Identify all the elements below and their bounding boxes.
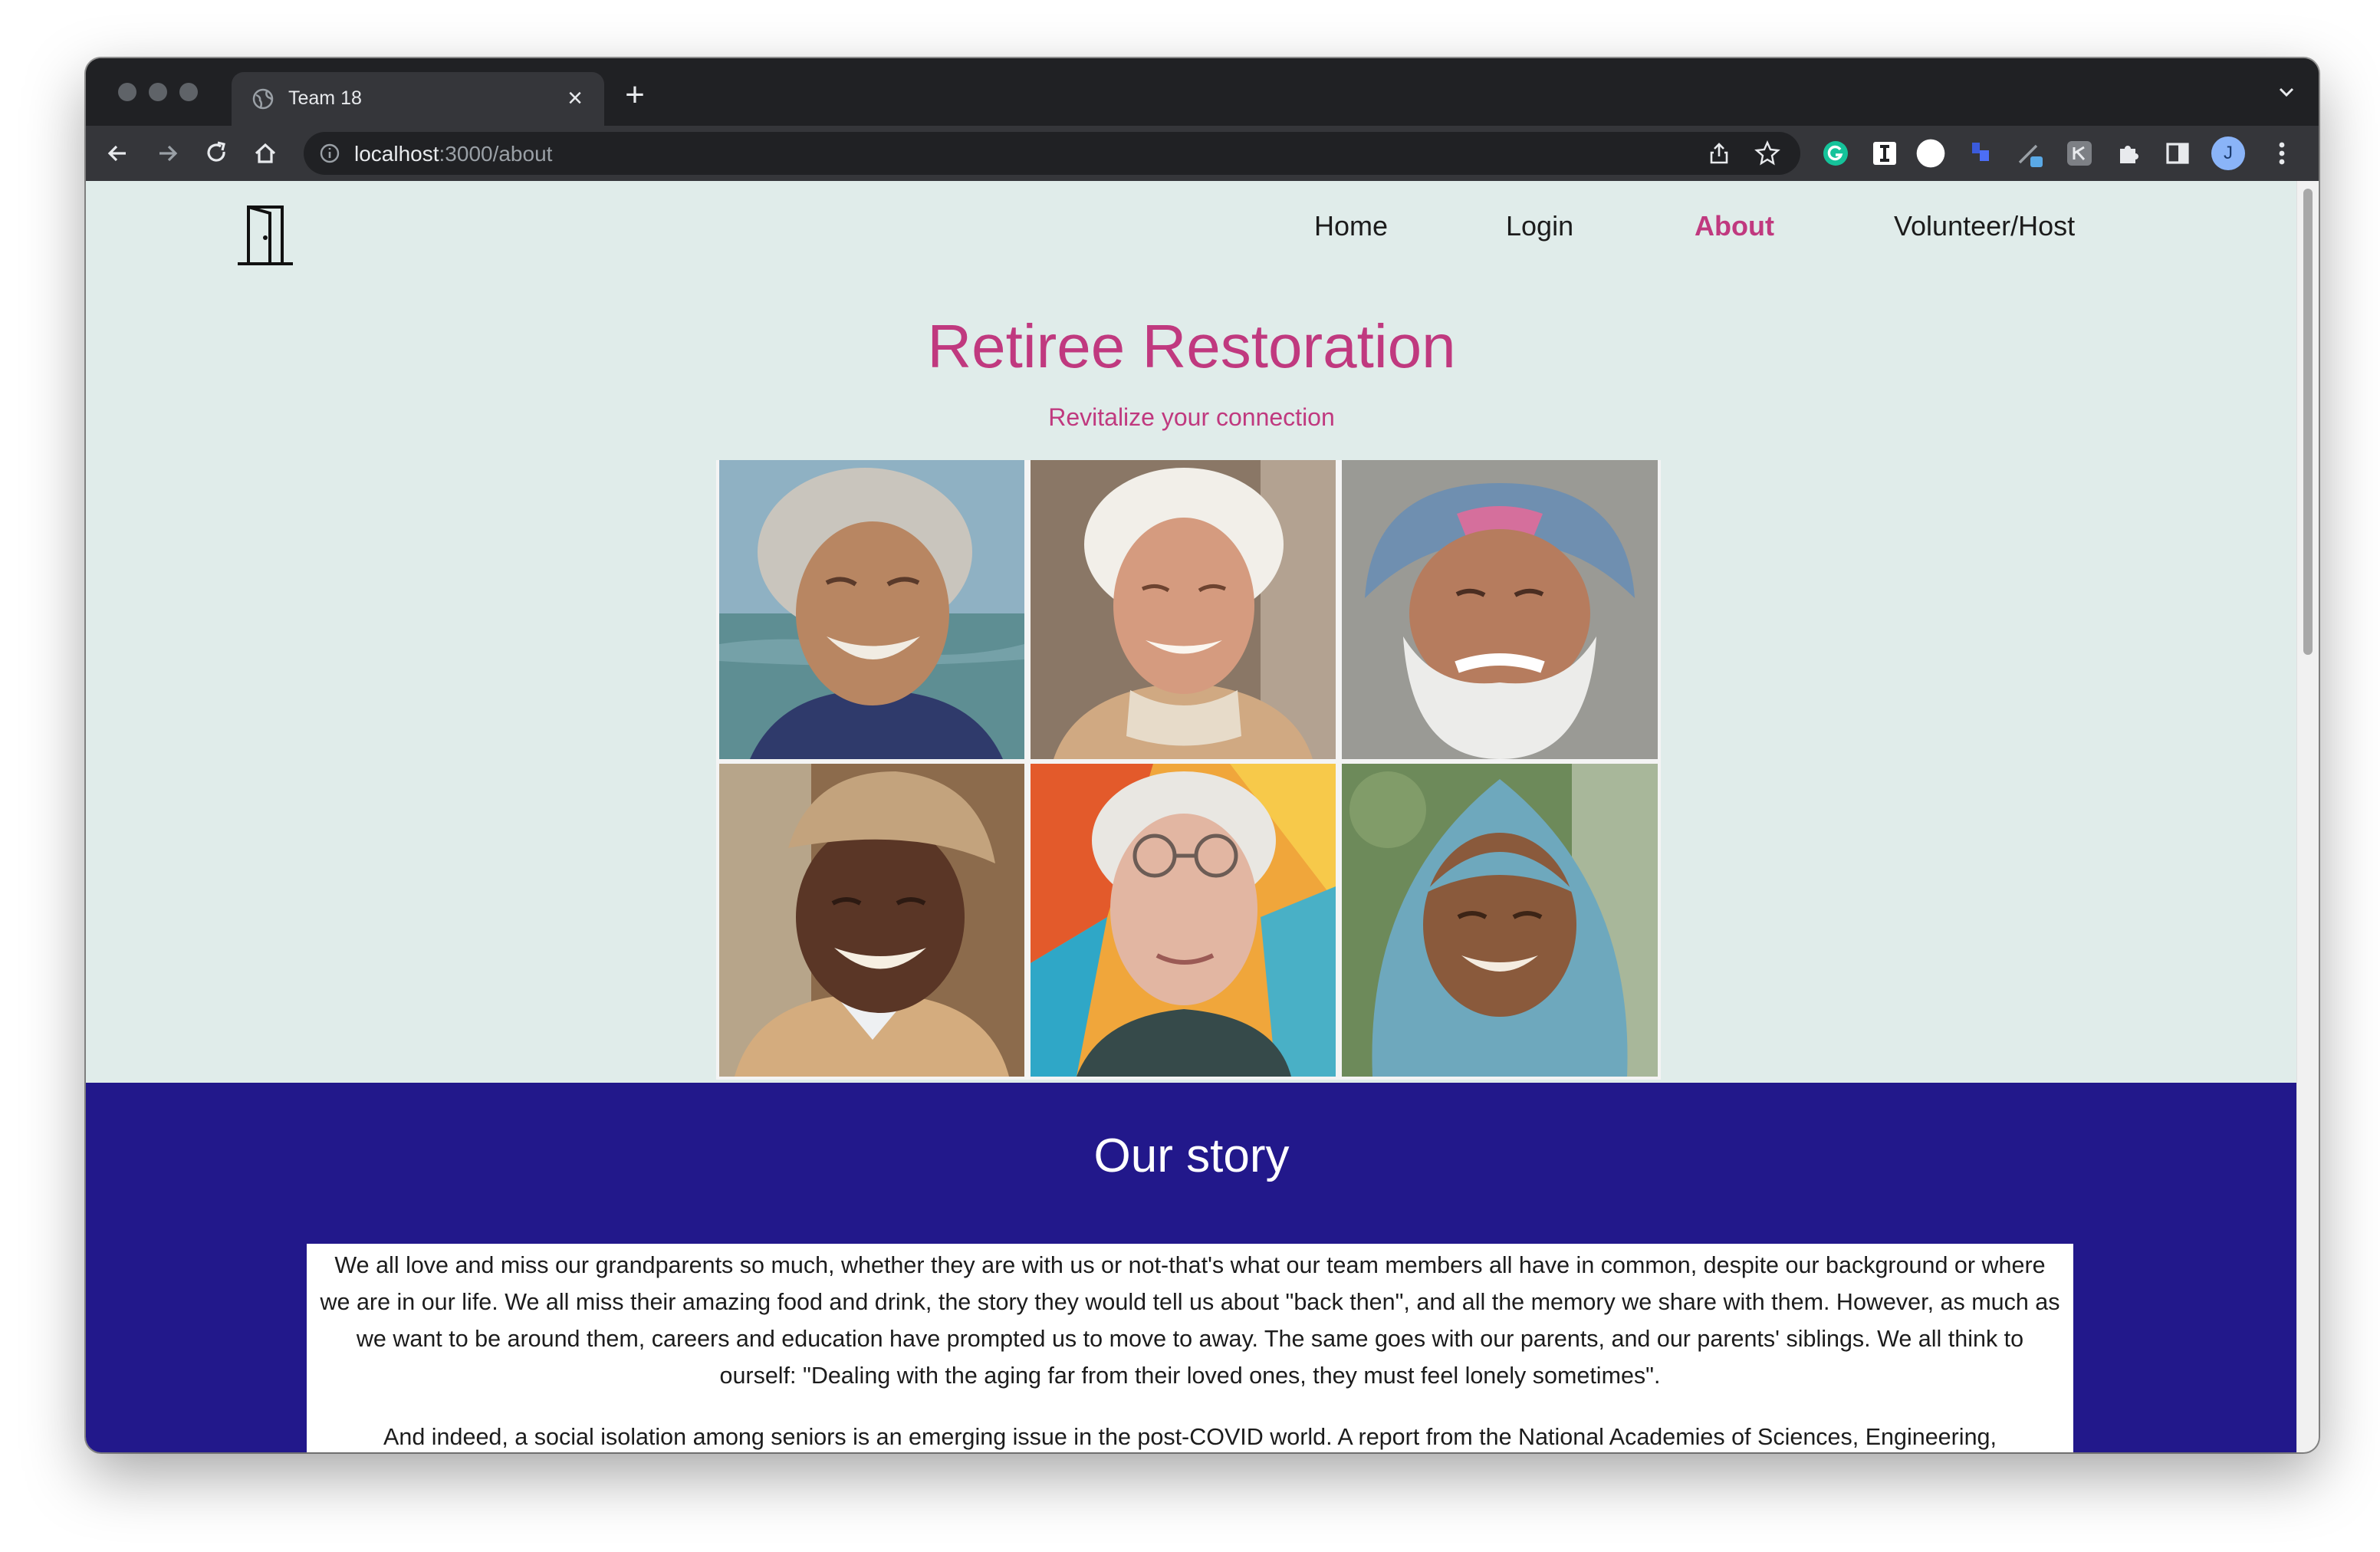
forward-arrow-icon[interactable] [152, 138, 182, 169]
maximize-window-button[interactable] [179, 83, 198, 101]
page-scrollbar[interactable] [2296, 181, 2319, 1452]
tab-strip: Team 18 × + [86, 58, 2319, 126]
nav-about-link[interactable]: About [1695, 210, 1774, 242]
story-title: Our story [1093, 1129, 1290, 1182]
portrait-photo-5 [1031, 764, 1336, 1077]
grammarly-icon[interactable] [1820, 138, 1851, 169]
nav-login-link[interactable]: Login [1506, 210, 1573, 242]
browser-toolbar: localhost:3000/about J [86, 126, 2319, 181]
close-tab-icon[interactable]: × [560, 83, 590, 113]
page-viewport: Home Login About Volunteer/Host Retiree … [86, 181, 2319, 1452]
door-icon[interactable] [236, 202, 294, 267]
extension-blue-icon[interactable] [1966, 138, 1997, 169]
side-panel-icon[interactable] [2162, 138, 2193, 169]
instapaper-icon[interactable] [1869, 138, 1900, 169]
star-icon[interactable] [1754, 140, 1780, 166]
home-icon[interactable] [250, 138, 281, 169]
globe-icon [252, 88, 274, 110]
portrait-photo-4 [719, 764, 1024, 1077]
puzzle-icon[interactable] [2113, 138, 2144, 169]
browser-window: Team 18 × + localhost:3000/about J Home … [86, 58, 2319, 1452]
extension-grey-icon[interactable] [2064, 138, 2095, 169]
nav-home-link[interactable]: Home [1314, 210, 1388, 242]
scrollbar-thumb[interactable] [2303, 189, 2313, 655]
tab-title: Team 18 [288, 87, 362, 109]
portrait-collage [716, 460, 1661, 1080]
address-bar[interactable]: localhost:3000/about [304, 132, 1800, 175]
nav-volunteer-host-link[interactable]: Volunteer/Host [1894, 210, 2075, 242]
browser-tab[interactable]: Team 18 × [232, 72, 604, 126]
page-subtitle: Revitalize your connection [1048, 403, 1335, 431]
story-paragraph-1: We all love and miss our grandparents so… [320, 1252, 2060, 1389]
chevron-down-icon[interactable] [2276, 81, 2297, 103]
more-menu-icon[interactable] [2267, 138, 2297, 169]
minimize-window-button[interactable] [149, 83, 167, 101]
story-paragraph-2: And indeed, a social isolation among sen… [383, 1424, 1997, 1450]
share-icon[interactable] [1707, 141, 1731, 166]
profile-avatar[interactable]: J [2211, 136, 2245, 170]
our-story-section: Our story We all love and miss our grand… [86, 1083, 2297, 1452]
portrait-photo-6 [1342, 764, 1658, 1077]
pen-extension-icon[interactable] [2015, 138, 2046, 169]
close-window-button[interactable] [118, 83, 136, 101]
portrait-photo-1 [719, 460, 1024, 759]
new-tab-icon[interactable]: + [618, 78, 652, 112]
story-text-box: We all love and miss our grandparents so… [307, 1244, 2073, 1452]
portrait-photo-2 [1031, 460, 1336, 759]
back-arrow-icon[interactable] [103, 138, 133, 169]
reload-icon[interactable] [201, 138, 232, 169]
extension-circle-icon[interactable] [1915, 138, 1946, 169]
url-text: localhost:3000/about [354, 142, 553, 166]
portrait-photo-3 [1342, 460, 1658, 759]
page-title: Retiree Restoration [927, 312, 1456, 380]
info-icon[interactable] [319, 143, 340, 164]
